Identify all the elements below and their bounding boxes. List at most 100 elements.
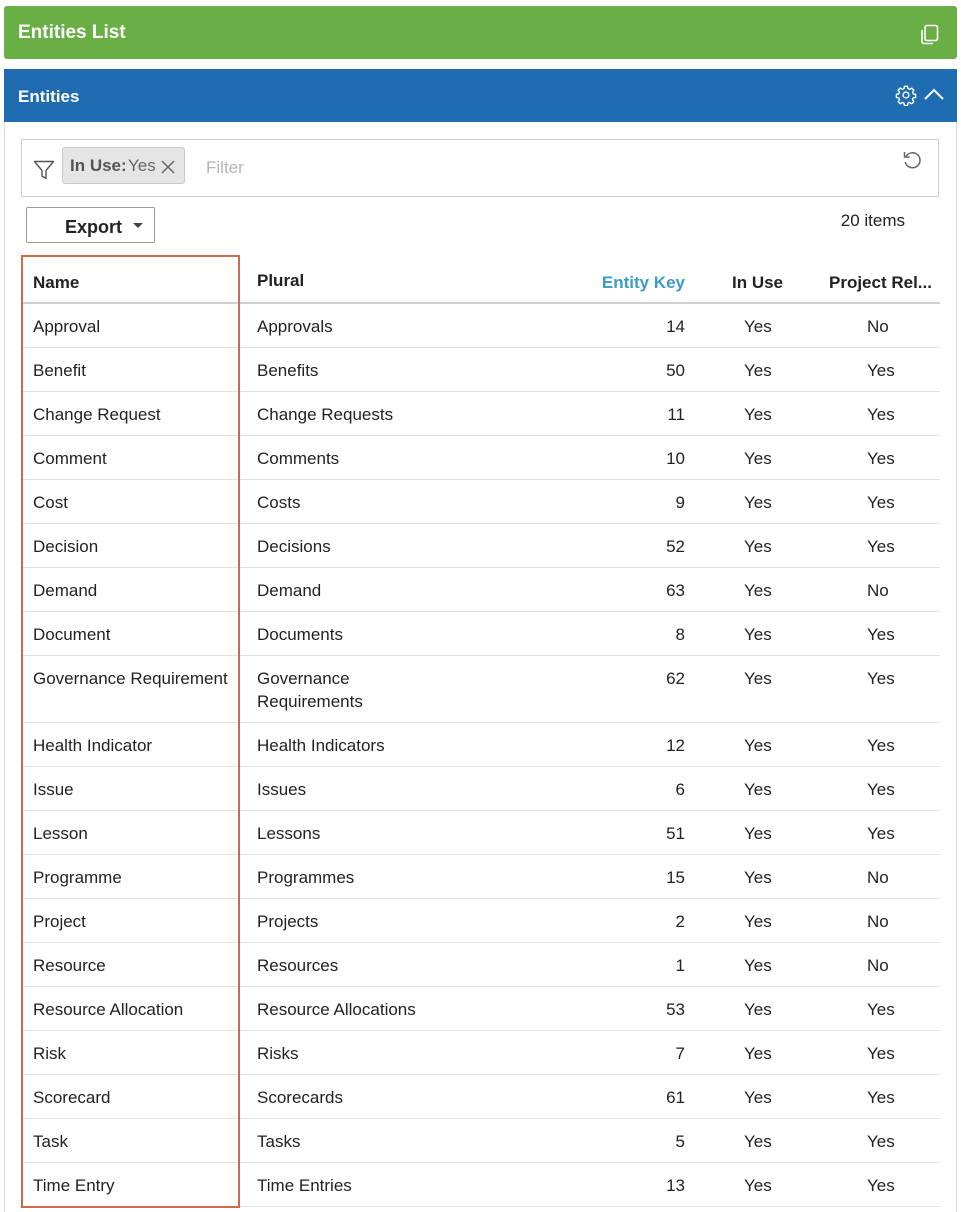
table-row[interactable]: Health Indicator Health Indicators 12 Yes Ye… bbox=[22, 723, 940, 767]
column-header-name[interactable]: Name bbox=[33, 273, 79, 293]
export-button[interactable]: Export bbox=[26, 207, 155, 243]
close-icon[interactable] bbox=[161, 160, 175, 174]
table-row[interactable]: Resource Allocation Resource Allocations 5… bbox=[22, 987, 940, 1031]
cell-in-use: Yes bbox=[744, 625, 772, 644]
cell-entity-key: 8 bbox=[675, 625, 685, 644]
cell-in-use: Yes bbox=[744, 1088, 772, 1107]
chevron-up-icon[interactable] bbox=[923, 85, 945, 105]
table-row[interactable]: Benefit Benefits 50 Yes Yes bbox=[22, 348, 940, 392]
cell-name: Task bbox=[33, 1132, 68, 1151]
cell-entity-key: 53 bbox=[666, 1000, 685, 1019]
cell-in-use: Yes bbox=[744, 669, 772, 688]
gear-icon[interactable] bbox=[895, 84, 917, 106]
cell-in-use: Yes bbox=[744, 537, 772, 556]
cell-entity-key: 6 bbox=[675, 780, 685, 799]
cell-name: Scorecard bbox=[33, 1088, 111, 1107]
cell-plural: Lessons bbox=[257, 824, 321, 843]
cell-plural: Change Requests bbox=[257, 405, 394, 424]
cell-entity-key: 7 bbox=[675, 1044, 685, 1063]
table-row[interactable]: Cost Costs 9 Yes Yes bbox=[22, 480, 940, 524]
cell-name: Decision bbox=[33, 537, 99, 556]
cell-in-use: Yes bbox=[744, 493, 772, 512]
filter-chip-in-use[interactable]: In Use: Yes bbox=[62, 147, 185, 184]
cell-project-related: Yes bbox=[867, 1044, 895, 1063]
table-row[interactable]: Time Entry Time Entries 13 Yes Yes bbox=[22, 1163, 940, 1207]
entities-list-panel-header: Entities List bbox=[4, 6, 957, 59]
table-row[interactable]: Document Documents 8 Yes Yes bbox=[22, 612, 940, 656]
cell-in-use: Yes bbox=[744, 1132, 772, 1151]
copy-icon[interactable] bbox=[917, 23, 941, 47]
table-row[interactable]: Demand Demand 63 Yes No bbox=[22, 568, 940, 612]
cell-plural: Tasks bbox=[257, 1132, 301, 1151]
cell-in-use: Yes bbox=[744, 736, 772, 755]
table-row[interactable]: Decision Decisions 52 Yes Yes bbox=[22, 524, 940, 568]
column-header-entity-key[interactable]: Entity Key bbox=[602, 273, 685, 293]
cell-entity-key: 2 bbox=[675, 912, 685, 931]
cell-project-related: Yes bbox=[867, 736, 895, 755]
cell-plural: Benefits bbox=[257, 361, 319, 380]
cell-entity-key: 51 bbox=[666, 824, 685, 843]
cell-project-related: Yes bbox=[867, 1088, 895, 1107]
cell-entity-key: 5 bbox=[675, 1132, 685, 1151]
reset-icon[interactable] bbox=[901, 149, 923, 171]
table-row[interactable]: Approval Approvals 14 Yes No bbox=[22, 304, 940, 348]
cell-project-related: No bbox=[867, 868, 889, 887]
cell-in-use: Yes bbox=[744, 1000, 772, 1019]
cell-in-use: Yes bbox=[744, 912, 772, 931]
filter-chip-key: In Use: bbox=[70, 156, 127, 175]
cell-in-use: Yes bbox=[744, 581, 772, 600]
entities-section-header: Entities bbox=[4, 69, 957, 122]
table-row[interactable]: Task Tasks 5 Yes Yes bbox=[22, 1119, 940, 1163]
cell-plural: Issues bbox=[257, 780, 307, 799]
table-row[interactable]: Lesson Lessons 51 Yes Yes bbox=[22, 811, 940, 855]
cell-plural: Approvals bbox=[257, 317, 333, 336]
column-header-project-related[interactable]: Project Rel... bbox=[829, 273, 932, 293]
table-row[interactable]: Change Request Change Requests 11 Yes Yes bbox=[22, 392, 940, 436]
panel-title: Entities List bbox=[18, 22, 126, 43]
cell-plural: Scorecards bbox=[257, 1088, 343, 1107]
cell-plural: Documents bbox=[257, 625, 343, 644]
cell-entity-key: 52 bbox=[666, 537, 685, 556]
table-row[interactable]: Resource Resources 1 Yes No bbox=[22, 943, 940, 987]
table-row[interactable]: Comment Comments 10 Yes Yes bbox=[22, 436, 940, 480]
column-header-plural[interactable]: Plural bbox=[257, 269, 457, 292]
column-header-in-use[interactable]: In Use bbox=[732, 273, 783, 293]
filter-input[interactable] bbox=[204, 154, 808, 182]
cell-plural: Decisions bbox=[257, 537, 331, 556]
column-divider bbox=[239, 258, 240, 1206]
table-row[interactable]: Programme Programmes 15 Yes No bbox=[22, 855, 940, 899]
cell-project-related: Yes bbox=[867, 1132, 895, 1151]
cell-in-use: Yes bbox=[744, 361, 772, 380]
cell-in-use: Yes bbox=[744, 317, 772, 336]
cell-in-use: Yes bbox=[744, 405, 772, 424]
cell-project-related: Yes bbox=[867, 405, 895, 424]
cell-name: Issue bbox=[33, 780, 74, 799]
cell-entity-key: 1 bbox=[675, 956, 685, 975]
cell-plural: Governance Requirements bbox=[257, 669, 363, 711]
cell-project-related: Yes bbox=[867, 537, 895, 556]
cell-in-use: Yes bbox=[744, 824, 772, 843]
cell-plural: Health Indicators bbox=[257, 736, 385, 755]
cell-entity-key: 50 bbox=[666, 361, 685, 380]
cell-name: Cost bbox=[33, 493, 68, 512]
cell-entity-key: 10 bbox=[666, 449, 685, 468]
section-title: Entities bbox=[18, 87, 80, 106]
cell-name: Document bbox=[33, 625, 111, 644]
item-count: 20 items bbox=[840, 211, 905, 230]
cell-entity-key: 11 bbox=[667, 405, 685, 424]
cell-plural: Demand bbox=[257, 581, 322, 600]
entities-grid: Name Plural Entity Key In Use Project Re… bbox=[22, 258, 940, 1207]
table-row[interactable]: Scorecard Scorecards 61 Yes Yes bbox=[22, 1075, 940, 1119]
caret-down-icon bbox=[133, 223, 143, 228]
cell-name: Benefit bbox=[33, 361, 86, 380]
funnel-icon[interactable] bbox=[33, 160, 55, 180]
grid-body: Approval Approvals 14 Yes No Benefit Benefits 5… bbox=[22, 304, 940, 1207]
table-row[interactable]: Risk Risks 7 Yes Yes bbox=[22, 1031, 940, 1075]
cell-name: Resource bbox=[33, 956, 106, 975]
table-row[interactable]: Issue Issues 6 Yes Yes bbox=[22, 767, 940, 811]
cell-in-use: Yes bbox=[744, 868, 772, 887]
cell-project-related: No bbox=[867, 912, 889, 931]
cell-entity-key: 62 bbox=[666, 669, 685, 688]
table-row[interactable]: Project Projects 2 Yes No bbox=[22, 899, 940, 943]
table-row[interactable]: Governance Requirement Governance Require… bbox=[22, 656, 940, 723]
